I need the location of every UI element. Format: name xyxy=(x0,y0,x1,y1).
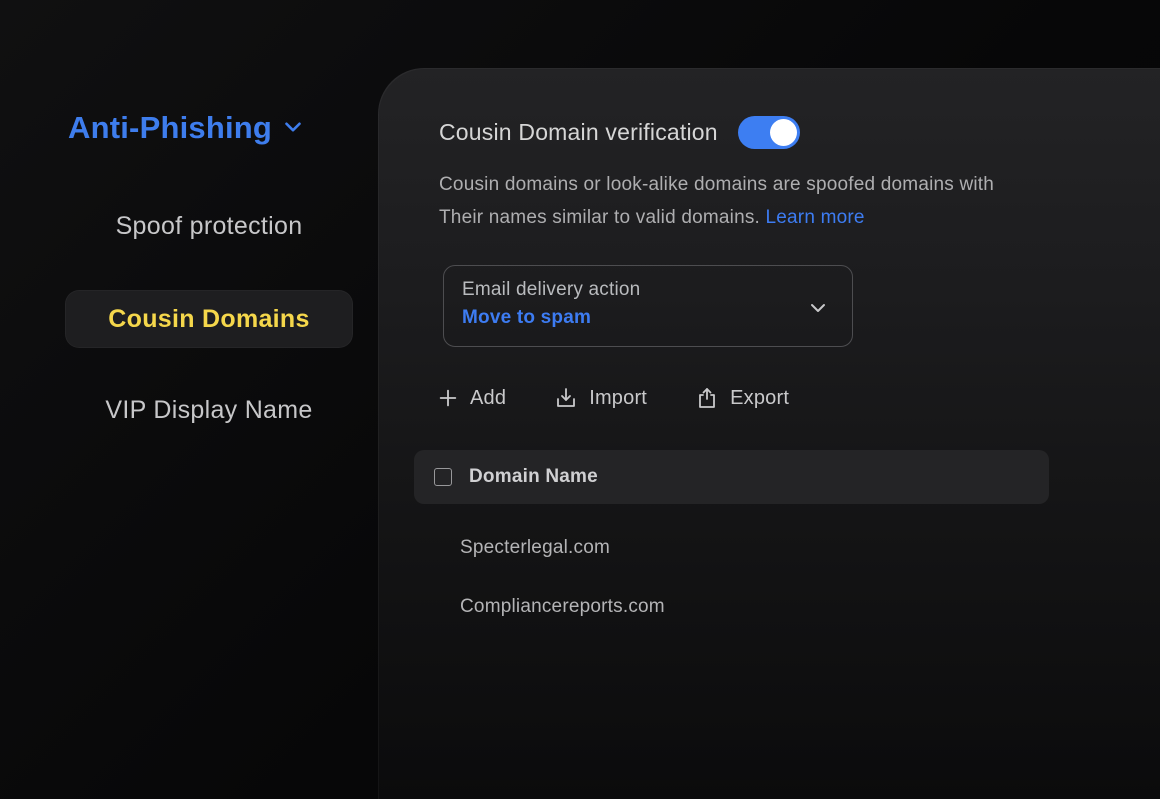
export-button[interactable]: Export xyxy=(695,386,789,410)
table-row[interactable]: Compliancereports.com xyxy=(460,592,1020,622)
plus-icon xyxy=(437,387,459,409)
select-all-checkbox[interactable] xyxy=(434,468,452,486)
description-line-1: Cousin domains or look-alike domains are… xyxy=(439,174,994,195)
cousin-domains-panel: Cousin Domain verification Cousin domain… xyxy=(378,68,1160,799)
export-icon xyxy=(695,386,719,410)
sidebar-item-label: VIP Display Name xyxy=(105,396,312,425)
sidebar-item-cousin-domains[interactable]: Cousin Domains xyxy=(65,290,353,348)
chevron-down-icon xyxy=(806,296,830,325)
add-button-label: Add xyxy=(470,387,506,410)
domain-name-cell: Compliancereports.com xyxy=(460,596,665,618)
export-button-label: Export xyxy=(730,387,789,410)
sidebar-title-label: Anti-Phishing xyxy=(68,110,272,146)
description-line-2: Their names similar to valid domains. xyxy=(439,207,760,228)
import-button[interactable]: Import xyxy=(554,386,647,410)
description-text: Cousin domains or look-alike domains are… xyxy=(439,168,1079,234)
domain-name-cell: Specterlegal.com xyxy=(460,537,610,559)
import-button-label: Import xyxy=(589,387,647,410)
sidebar-item-spoof-protection[interactable]: Spoof protection xyxy=(65,197,353,255)
sidebar-title-anti-phishing[interactable]: Anti-Phishing xyxy=(68,108,306,148)
chevron-down-icon xyxy=(280,108,306,148)
column-header-domain-name: Domain Name xyxy=(469,466,598,488)
anti-phishing-sidebar: Anti-Phishing Spoof protection Cousin Do… xyxy=(0,0,378,799)
sidebar-item-vip-display-name[interactable]: VIP Display Name xyxy=(65,381,353,439)
learn-more-link[interactable]: Learn more xyxy=(766,207,865,228)
sidebar-item-label: Cousin Domains xyxy=(108,305,309,334)
sidebar-item-label: Spoof protection xyxy=(116,212,303,241)
add-button[interactable]: Add xyxy=(437,387,506,410)
page-title: Cousin Domain verification xyxy=(439,119,718,146)
panel-header: Cousin Domain verification xyxy=(439,116,800,149)
table-row[interactable]: Specterlegal.com xyxy=(460,533,1020,563)
toggle-knob xyxy=(770,119,797,146)
dropdown-selected-value: Move to spam xyxy=(462,307,832,329)
import-icon xyxy=(554,386,578,410)
cousin-domain-verification-toggle[interactable] xyxy=(738,116,800,149)
dropdown-label: Email delivery action xyxy=(462,279,832,301)
domain-table-header: Domain Name xyxy=(414,450,1049,504)
toolbar: Add Import Export xyxy=(437,386,789,410)
email-delivery-action-dropdown[interactable]: Email delivery action Move to spam xyxy=(443,265,853,347)
